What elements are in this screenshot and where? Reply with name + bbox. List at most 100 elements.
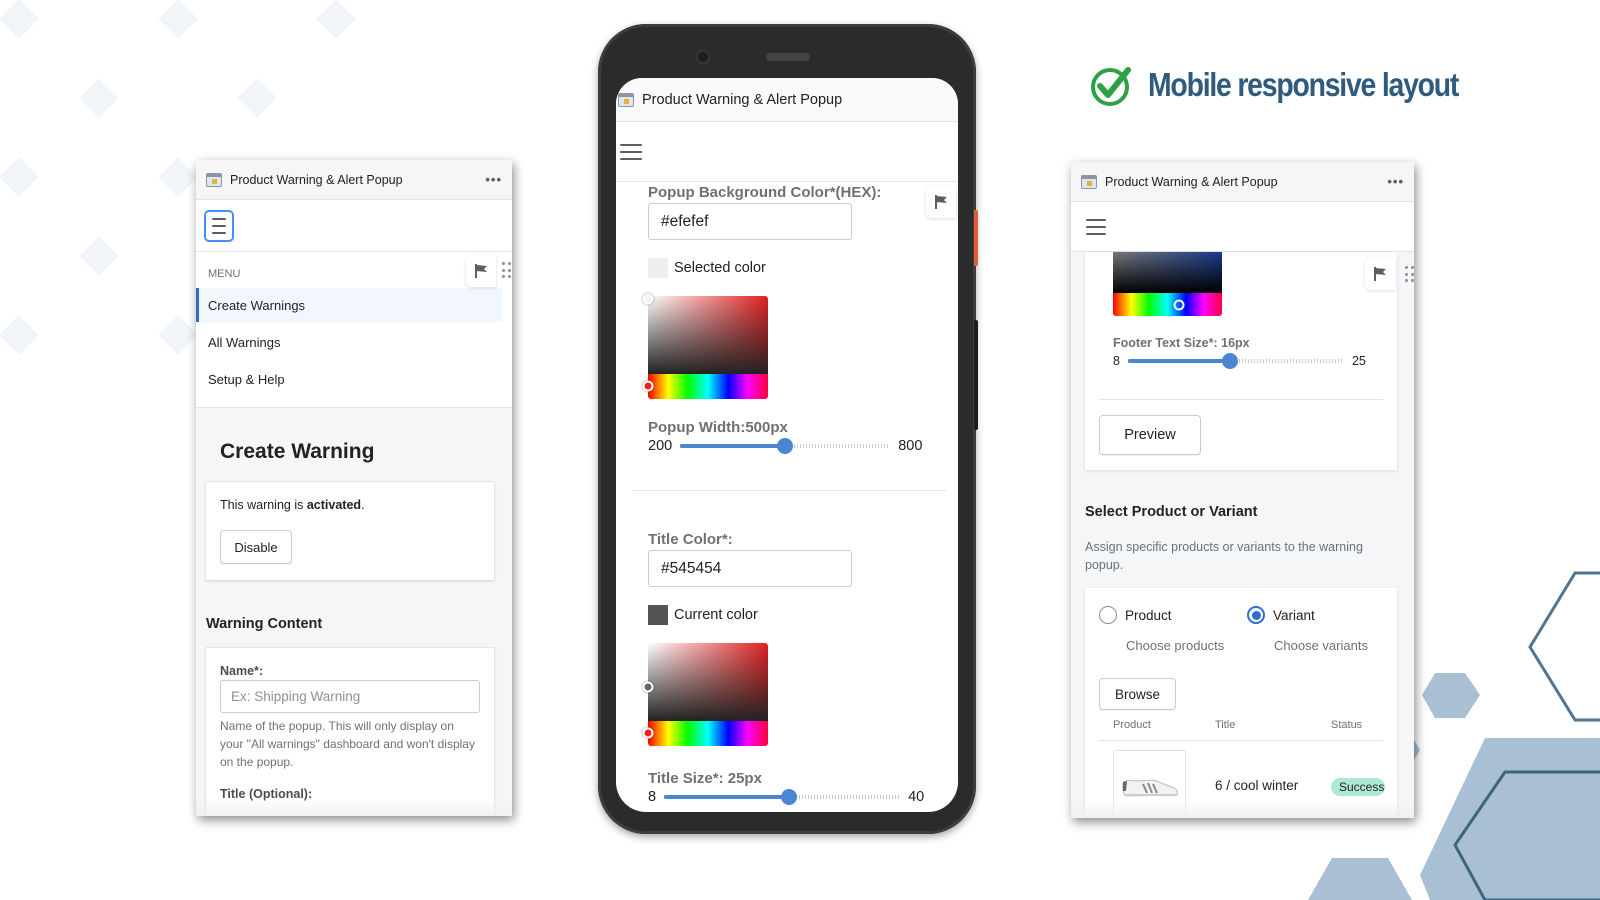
title-color-input[interactable]: #545454 [648,550,852,587]
radio-variant-help: Choose variants [1274,638,1368,653]
name-input[interactable]: Ex: Shipping Warning [220,680,480,713]
app-icon [1081,174,1097,189]
menu-item-label: Setup & Help [208,371,285,387]
product-selection-card: Product Choose products Variant Choose v… [1085,588,1397,818]
decor-diamond [79,78,119,118]
headline: Mobile responsive layout [1088,62,1509,108]
decor-diamond [158,157,198,197]
hue-knob[interactable] [642,380,654,392]
row-title: 6 / cool winter [1215,778,1299,793]
headline-text: Mobile responsive layout [1148,66,1459,103]
phone-screen: Product Warning & Alert Popup Popup Back… [616,78,958,812]
left-app-window: Product Warning & Alert Popup ••• MENU C… [196,160,512,816]
app-titlebar: Product Warning & Alert Popup [616,78,958,122]
bg-color-input[interactable]: #efefef [648,203,852,240]
hue-bar[interactable] [1113,293,1222,316]
saturation-area[interactable] [1113,252,1222,293]
decor-diamond [158,0,198,39]
browse-button[interactable]: Browse [1099,678,1176,710]
slider-thumb[interactable] [777,438,794,454]
window-fade [196,798,512,816]
phone-volume-button [974,320,978,430]
section-divider [1099,399,1383,400]
saturation-area[interactable] [648,643,768,721]
popup-width-slider[interactable] [680,438,891,454]
footer-color-picker[interactable] [1113,252,1222,316]
navigation-menu: MENU Create Warnings All Warnings Setup … [196,252,512,408]
menu-item-all-warnings[interactable]: All Warnings [196,325,502,359]
select-product-title: Select Product or Variant [1085,504,1258,520]
table-divider [1099,740,1383,741]
right-app-window: Product Warning & Alert Popup ••• Footer… [1071,162,1414,818]
saturation-knob[interactable] [642,681,654,693]
window-fade [1071,800,1414,818]
radio-variant[interactable]: Variant [1247,606,1315,624]
menu-item-create-warnings[interactable]: Create Warnings [196,288,502,322]
hamburger-icon[interactable] [204,209,234,242]
slider-max: 25 [1351,354,1366,368]
hamburger-icon[interactable] [1083,211,1109,243]
flag-button[interactable] [1365,258,1395,290]
slider-max: 40 [908,789,925,805]
decor-hex-small [1422,673,1480,718]
status-card: This warning is activated. Disable [206,482,494,580]
more-horizontal-icon[interactable]: ••• [1387,174,1404,189]
page-title: Create Warning [220,440,375,463]
radio-product[interactable]: Product [1099,606,1172,624]
saturation-knob[interactable] [642,293,654,305]
slider-thumb[interactable] [781,789,798,805]
hue-bar[interactable] [648,721,768,746]
saturation-area[interactable] [648,296,768,374]
name-field-label: Name*: [220,664,264,678]
app-titlebar: Product Warning & Alert Popup ••• [1071,162,1414,202]
phone-device: Product Warning & Alert Popup Popup Back… [598,24,978,834]
decor-diamond [0,315,39,355]
slider-thumb[interactable] [1221,353,1238,369]
app-title: Product Warning & Alert Popup [1105,174,1278,189]
phone-speaker [766,53,810,61]
status-text: This warning is activated. [220,498,365,512]
disable-button[interactable]: Disable [220,530,292,564]
warning-content-card: Name*: Ex: Shipping Warning Name of the … [206,648,494,816]
title-size-slider[interactable] [664,789,901,805]
table-header-product: Product [1113,719,1151,731]
hamburger-icon[interactable] [618,136,644,168]
footer-text-size-row: 8 25 [1113,353,1366,369]
title-color-swatch [648,605,668,625]
radio-button[interactable] [1099,606,1117,624]
radio-button-checked[interactable] [1247,606,1265,624]
slider-max: 800 [898,438,923,454]
decor-diamond [316,0,356,39]
drag-handle-icon[interactable] [502,262,512,280]
flag-icon [935,195,947,209]
table-header-title: Title [1215,719,1236,731]
flag-button[interactable] [926,186,956,218]
menu-item-setup-help[interactable]: Setup & Help [196,362,502,396]
decor-diamond [0,157,39,197]
app-navbar [1071,202,1414,252]
footer-text-size-label: Footer Text Size*: 16px [1113,336,1250,350]
more-horizontal-icon[interactable]: ••• [485,172,502,187]
flag-button[interactable] [466,255,496,287]
popup-style-form: Popup Background Color*(HEX): #efefef Se… [616,182,958,805]
select-product-description: Assign specific products or variants to … [1085,540,1363,572]
menu-item-label: Create Warnings [208,297,306,313]
footer-text-size-slider[interactable] [1127,353,1344,369]
swatch-label: Current color [674,607,758,623]
hue-bar[interactable] [648,374,768,399]
bg-color-swatch-row: Selected color [648,258,958,278]
hue-knob[interactable] [642,727,654,739]
slider-min: 8 [648,789,657,805]
preview-button[interactable]: Preview [1099,415,1201,455]
decor-diamond [0,0,39,39]
hue-knob[interactable] [1173,299,1185,311]
bg-color-picker[interactable] [642,293,768,399]
app-title: Product Warning & Alert Popup [230,172,403,187]
decor-hex-large [1420,738,1600,900]
popup-width-row: 200 800 [648,438,958,454]
app-navbar [616,122,958,182]
radio-label: Product [1125,607,1172,623]
drag-handle-icon[interactable] [1405,266,1414,284]
title-color-picker[interactable] [642,643,768,746]
decor-diamond [237,78,277,118]
